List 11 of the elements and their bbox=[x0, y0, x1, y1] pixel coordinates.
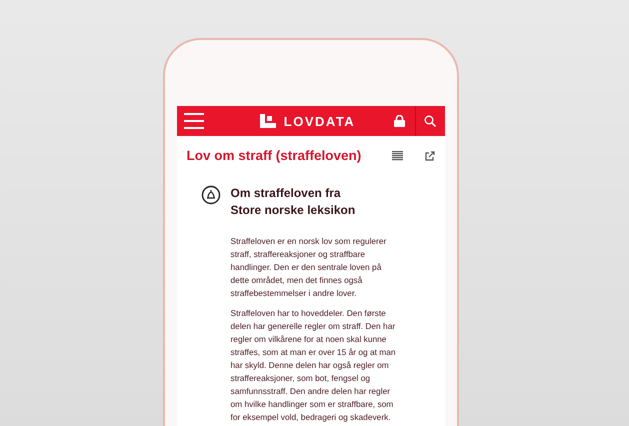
article-paragraph: Straffeloven har to hoveddeler. Den første delen har generelle regler om straff. Den har regler om vilkårene for at noen skal kunne straffes, som at man er over 15 år og at man har skyld. Denne delen har også regler om straffereaksjoner, som bot, fengsel og samfunnsstraff. Den andre delen har regler om hvilke handlinger som er straffbare, som for eksempel vold, bedrageri og skadeverk. bbox=[230, 307, 397, 424]
logo-text: LOVDATA bbox=[284, 114, 356, 128]
logo-icon bbox=[260, 114, 276, 128]
list-icon[interactable] bbox=[392, 150, 402, 160]
article-paragraph: Straffeloven er en norsk lov som regulerer straff, straffereaksjoner og straffbare handlinger. Den er den sentrale loven på dette området, men det finnes også straffebestemmelser i andre lover. bbox=[230, 235, 388, 300]
menu-icon bbox=[184, 113, 204, 129]
share-icon[interactable] bbox=[424, 150, 434, 160]
search-icon bbox=[424, 115, 436, 127]
article-heading: Om straffeloven fra Store norske leksikon bbox=[230, 185, 356, 219]
lock-icon bbox=[394, 115, 405, 127]
document-title: Lov om straff (straffeloven) bbox=[186, 148, 362, 163]
